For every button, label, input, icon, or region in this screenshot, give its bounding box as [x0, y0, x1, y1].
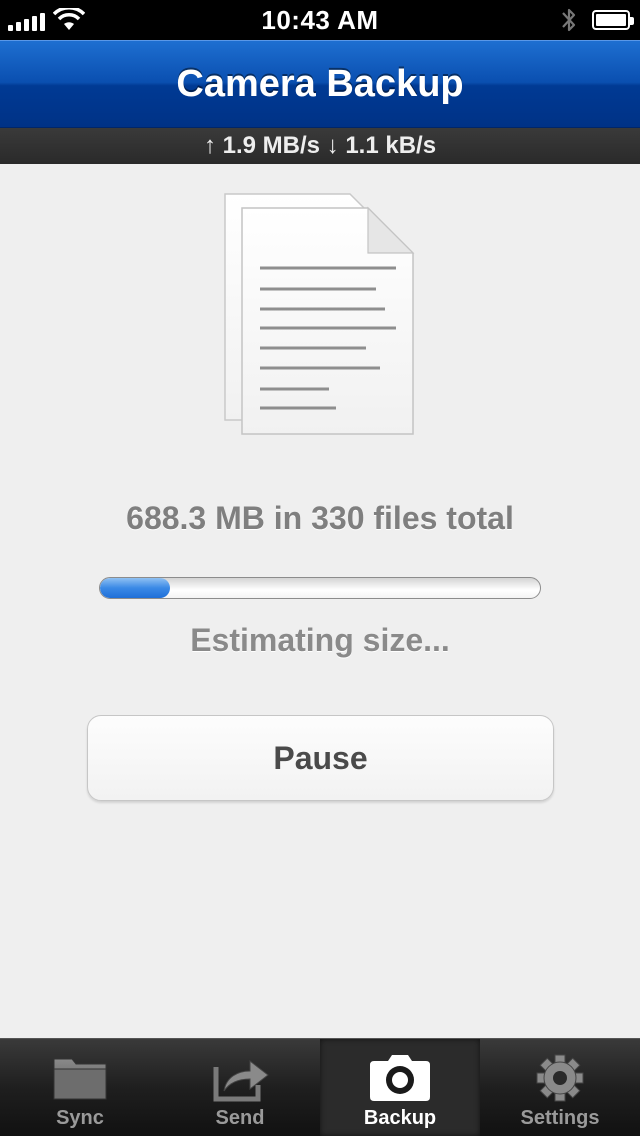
tab-sync[interactable]: Sync — [0, 1039, 160, 1136]
backup-progress-bar — [99, 577, 541, 599]
pause-button[interactable]: Pause — [87, 715, 554, 801]
status-left — [8, 0, 85, 40]
documents-icon — [224, 193, 415, 435]
tab-send[interactable]: Send — [160, 1039, 320, 1136]
progress-fill — [100, 578, 171, 598]
tab-sync-label: Sync — [56, 1107, 104, 1129]
tab-settings[interactable]: Settings — [480, 1039, 640, 1136]
share-icon — [213, 1059, 269, 1102]
status-time: 10:43 AM — [261, 4, 379, 35]
status-bar: 10:43 AM — [0, 0, 640, 40]
tab-bar: Sync Send Backup Settings — [0, 1038, 640, 1136]
tab-backup[interactable]: Backup — [320, 1039, 480, 1136]
folder-icon — [53, 1058, 107, 1100]
navigation-bar: Camera Backup — [0, 40, 640, 128]
tab-send-label: Send — [215, 1107, 265, 1129]
transfer-speed-bar: ↑ 1.9 MB/s ↓ 1.1 kB/s — [0, 128, 640, 164]
wifi-icon — [53, 8, 85, 30]
tab-settings-label: Settings — [520, 1107, 600, 1129]
tab-backup-label: Backup — [363, 1107, 437, 1129]
battery-icon — [592, 10, 634, 30]
gear-icon — [536, 1054, 584, 1102]
bluetooth-icon — [562, 8, 576, 32]
total-size-label: 688.3 MB in 330 files total — [126, 500, 514, 536]
page-title: Camera Backup — [176, 62, 464, 105]
status-label: Estimating size... — [190, 622, 450, 658]
status-right — [560, 0, 634, 40]
signal-bars-icon — [8, 9, 45, 31]
camera-icon — [370, 1055, 430, 1101]
